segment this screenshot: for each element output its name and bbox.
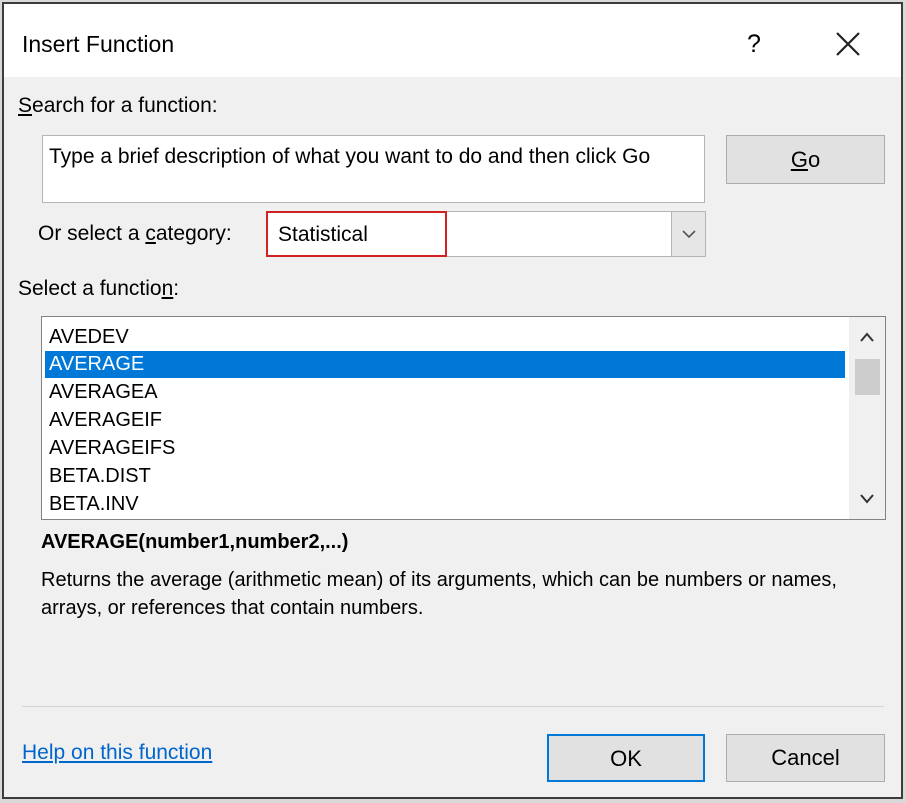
function-list[interactable]: AVEDEV AVERAGE AVERAGEA AVERAGEIF AVERAG… — [41, 316, 886, 520]
title-bar: Insert Function ? — [4, 4, 901, 77]
ok-button[interactable]: OK — [547, 734, 705, 782]
list-item[interactable]: AVERAGEA — [45, 379, 845, 406]
help-on-function-link[interactable]: Help on this function — [22, 741, 212, 765]
category-label: Or select a category: — [38, 222, 232, 245]
functions-label: Select a function: — [18, 277, 180, 300]
vertical-scrollbar[interactable] — [849, 317, 885, 519]
category-highlight-box — [266, 211, 447, 257]
search-label: Search for a function: — [18, 94, 218, 117]
scroll-down-icon[interactable] — [849, 485, 885, 513]
help-question-button[interactable]: ? — [734, 22, 774, 66]
dialog-title: Insert Function — [22, 31, 175, 57]
function-signature: AVERAGE(number1,number2,...) — [41, 531, 349, 553]
list-item[interactable]: AVERAGEIFS — [45, 435, 845, 462]
category-select[interactable]: Statistical — [266, 211, 706, 257]
list-item[interactable]: BETA.INV — [45, 491, 845, 518]
excel-background: Insert Function ? Search for a function:… — [0, 0, 906, 803]
chevron-down-icon[interactable] — [671, 211, 706, 257]
cancel-button[interactable]: Cancel — [726, 734, 885, 782]
scrollbar-thumb[interactable] — [855, 359, 880, 395]
list-item[interactable]: BETA.DIST — [45, 463, 845, 490]
go-button[interactable]: Go — [726, 135, 885, 184]
search-input[interactable] — [42, 135, 705, 203]
divider — [22, 706, 884, 707]
list-item[interactable]: AVERAGEIF — [45, 407, 845, 434]
close-icon[interactable] — [822, 22, 874, 66]
list-item[interactable]: AVEDEV — [45, 324, 845, 351]
insert-function-dialog: Insert Function ? Search for a function:… — [2, 2, 903, 799]
function-description: Returns the average (arithmetic mean) of… — [41, 569, 837, 619]
list-item-selected[interactable]: AVERAGE — [45, 351, 845, 378]
scroll-up-icon[interactable] — [849, 323, 885, 351]
